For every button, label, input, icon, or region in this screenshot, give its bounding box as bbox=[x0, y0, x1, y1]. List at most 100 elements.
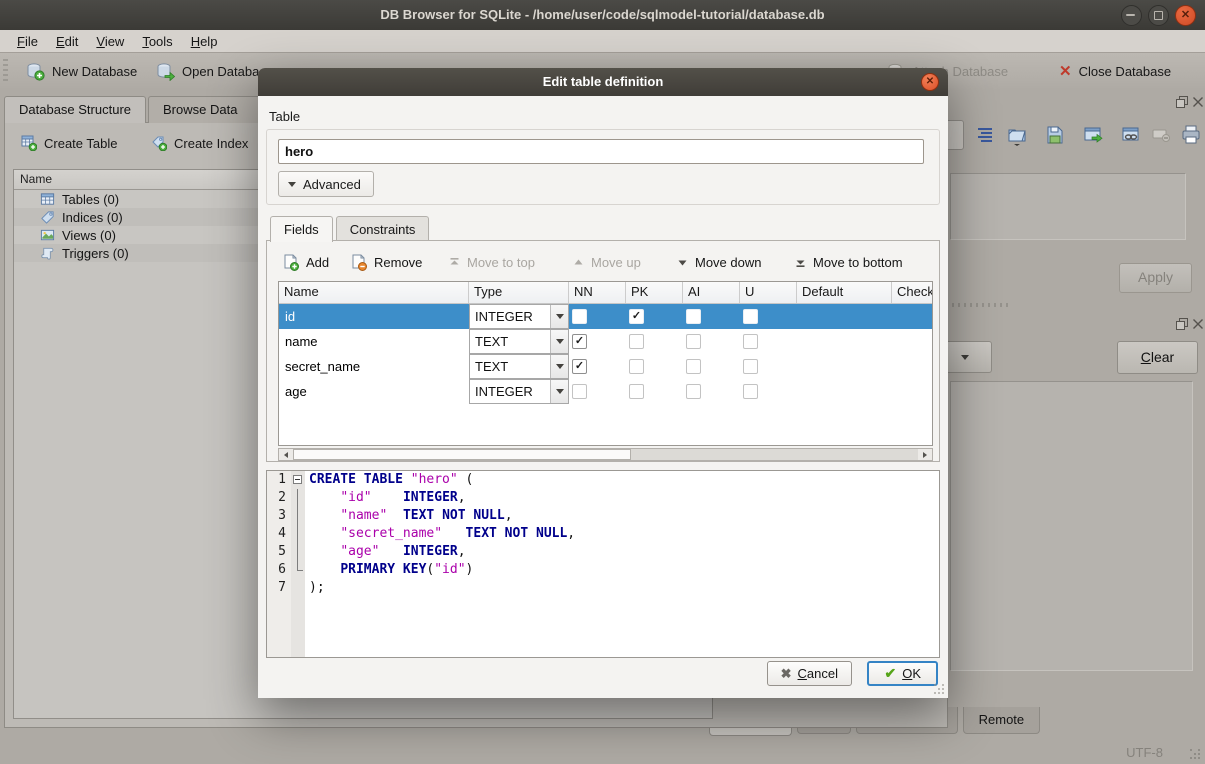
dialog-titlebar[interactable]: Edit table definition ✕ bbox=[258, 68, 948, 96]
save-cell-icon[interactable] bbox=[1044, 124, 1066, 146]
menu-help[interactable]: Help bbox=[182, 32, 227, 51]
column-header-check[interactable]: Check bbox=[892, 282, 932, 303]
u-checkbox[interactable] bbox=[743, 359, 758, 374]
column-header-pk[interactable]: PK bbox=[626, 282, 683, 303]
remove-field-button[interactable]: Remove bbox=[351, 249, 422, 275]
scroll-left-icon[interactable] bbox=[279, 449, 293, 460]
column-header-name[interactable]: Name bbox=[279, 282, 469, 303]
create-index-button[interactable]: Create Index bbox=[151, 135, 248, 151]
nn-checkbox[interactable]: ✓ bbox=[572, 359, 587, 374]
fold-marker bbox=[291, 543, 305, 561]
apply-button: Apply bbox=[1119, 263, 1192, 293]
field-row-name[interactable]: nameTEXT✓ bbox=[279, 329, 932, 354]
ok-button[interactable]: ✔ OK bbox=[867, 661, 938, 686]
column-header-nn[interactable]: NN bbox=[569, 282, 626, 303]
field-type-combo[interactable]: INTEGER bbox=[469, 379, 569, 404]
export-cell-icon[interactable] bbox=[1082, 124, 1104, 146]
create-table-button[interactable]: Create Table bbox=[21, 135, 117, 151]
column-header-ai[interactable]: AI bbox=[683, 282, 740, 303]
u-checkbox[interactable] bbox=[743, 384, 758, 399]
ai-checkbox[interactable] bbox=[686, 334, 701, 349]
encoding-indicator[interactable]: UTF-8 bbox=[1126, 745, 1163, 760]
pk-checkbox[interactable]: ✓ bbox=[629, 309, 644, 324]
move-to-bottom-button[interactable]: Move to bottom bbox=[795, 249, 903, 275]
pk-checkbox[interactable] bbox=[629, 334, 644, 349]
field-name-cell[interactable]: id bbox=[279, 304, 469, 329]
sql-log-area[interactable] bbox=[950, 381, 1193, 671]
ai-checkbox[interactable] bbox=[686, 309, 701, 324]
column-header-type[interactable]: Type bbox=[469, 282, 569, 303]
dialog-close-button[interactable]: ✕ bbox=[921, 73, 939, 91]
tab-constraints[interactable]: Constraints bbox=[336, 216, 430, 242]
field-name-cell[interactable]: name bbox=[279, 329, 469, 354]
tab-database-structure[interactable]: Database Structure bbox=[4, 96, 146, 123]
text-format-icon[interactable] bbox=[974, 124, 996, 146]
field-check-cell[interactable] bbox=[892, 379, 932, 404]
fields-grid-hscrollbar[interactable] bbox=[278, 448, 933, 461]
tab-remote[interactable]: Remote bbox=[963, 707, 1041, 734]
field-type-combo[interactable]: TEXT bbox=[469, 329, 569, 354]
resize-grip[interactable] bbox=[1189, 748, 1201, 760]
scroll-right-icon[interactable] bbox=[918, 449, 932, 460]
maximize-button[interactable] bbox=[1148, 5, 1169, 26]
pk-checkbox[interactable] bbox=[629, 359, 644, 374]
column-header-u[interactable]: U bbox=[740, 282, 797, 303]
field-type-combo[interactable]: TEXT bbox=[469, 354, 569, 379]
field-name-cell[interactable]: age bbox=[279, 379, 469, 404]
field-check-cell[interactable] bbox=[892, 304, 932, 329]
field-row-id[interactable]: idINTEGER ✓ bbox=[279, 304, 932, 329]
nn-checkbox[interactable] bbox=[572, 384, 587, 399]
field-check-cell[interactable] bbox=[892, 354, 932, 379]
add-field-button[interactable]: Add bbox=[283, 249, 329, 275]
minimize-button[interactable] bbox=[1121, 5, 1142, 26]
advanced-button[interactable]: Advanced bbox=[278, 171, 374, 197]
import-file-icon[interactable] bbox=[1006, 124, 1028, 146]
close-button[interactable]: ✕ bbox=[1175, 5, 1196, 26]
new-database-button[interactable]: New Database bbox=[20, 58, 143, 85]
field-name-cell[interactable]: secret_name bbox=[279, 354, 469, 379]
menu-tools[interactable]: Tools bbox=[133, 32, 181, 51]
column-header-default[interactable]: Default bbox=[797, 282, 892, 303]
field-type-combo[interactable]: INTEGER bbox=[469, 304, 569, 329]
dock-float-icon[interactable] bbox=[1176, 318, 1188, 330]
scrollbar-thumb[interactable] bbox=[293, 449, 631, 460]
print-cell-icon[interactable] bbox=[1180, 124, 1202, 146]
cell-editor-area[interactable] bbox=[950, 173, 1186, 240]
u-checkbox[interactable] bbox=[743, 334, 758, 349]
fold-marker[interactable] bbox=[291, 471, 305, 489]
dock-splitter-handle[interactable] bbox=[952, 303, 1012, 307]
clear-log-button[interactable]: Clear bbox=[1117, 341, 1198, 374]
menu-view[interactable]: View bbox=[87, 32, 133, 51]
dock-float-icon[interactable] bbox=[1176, 96, 1188, 108]
nn-checkbox[interactable] bbox=[572, 309, 587, 324]
field-check-cell[interactable] bbox=[892, 329, 932, 354]
ai-checkbox[interactable] bbox=[686, 384, 701, 399]
field-default-cell[interactable] bbox=[797, 304, 892, 329]
dock-close-icon[interactable] bbox=[1192, 96, 1204, 108]
move-down-button[interactable]: Move down bbox=[677, 249, 761, 275]
field-row-age[interactable]: ageINTEGER bbox=[279, 379, 932, 404]
field-default-cell[interactable] bbox=[797, 379, 892, 404]
menu-file[interactable]: File bbox=[8, 32, 47, 51]
dock-close-icon[interactable] bbox=[1192, 318, 1204, 330]
indices-icon bbox=[40, 210, 55, 225]
views-icon bbox=[40, 228, 55, 243]
link-cell-icon[interactable] bbox=[1120, 124, 1142, 146]
table-name-input[interactable] bbox=[278, 139, 924, 164]
ai-checkbox[interactable] bbox=[686, 359, 701, 374]
scrollbar-track[interactable] bbox=[631, 449, 918, 460]
dialog-resize-grip[interactable] bbox=[933, 683, 945, 695]
menu-edit[interactable]: Edit bbox=[47, 32, 87, 51]
sql-code-text: CREATE TABLE "hero" ( bbox=[305, 471, 473, 489]
u-checkbox[interactable] bbox=[743, 309, 758, 324]
pk-checkbox[interactable] bbox=[629, 384, 644, 399]
field-default-cell[interactable] bbox=[797, 354, 892, 379]
close-database-button[interactable]: ✕ Close Database bbox=[1053, 58, 1177, 85]
fold-marker bbox=[291, 507, 305, 525]
field-default-cell[interactable] bbox=[797, 329, 892, 354]
toolbar-drag-handle[interactable] bbox=[3, 59, 8, 84]
field-row-secret_name[interactable]: secret_nameTEXT✓ bbox=[279, 354, 932, 379]
tab-fields[interactable]: Fields bbox=[270, 216, 333, 242]
nn-checkbox[interactable]: ✓ bbox=[572, 334, 587, 349]
cancel-button[interactable]: ✖ Cancel bbox=[767, 661, 852, 686]
